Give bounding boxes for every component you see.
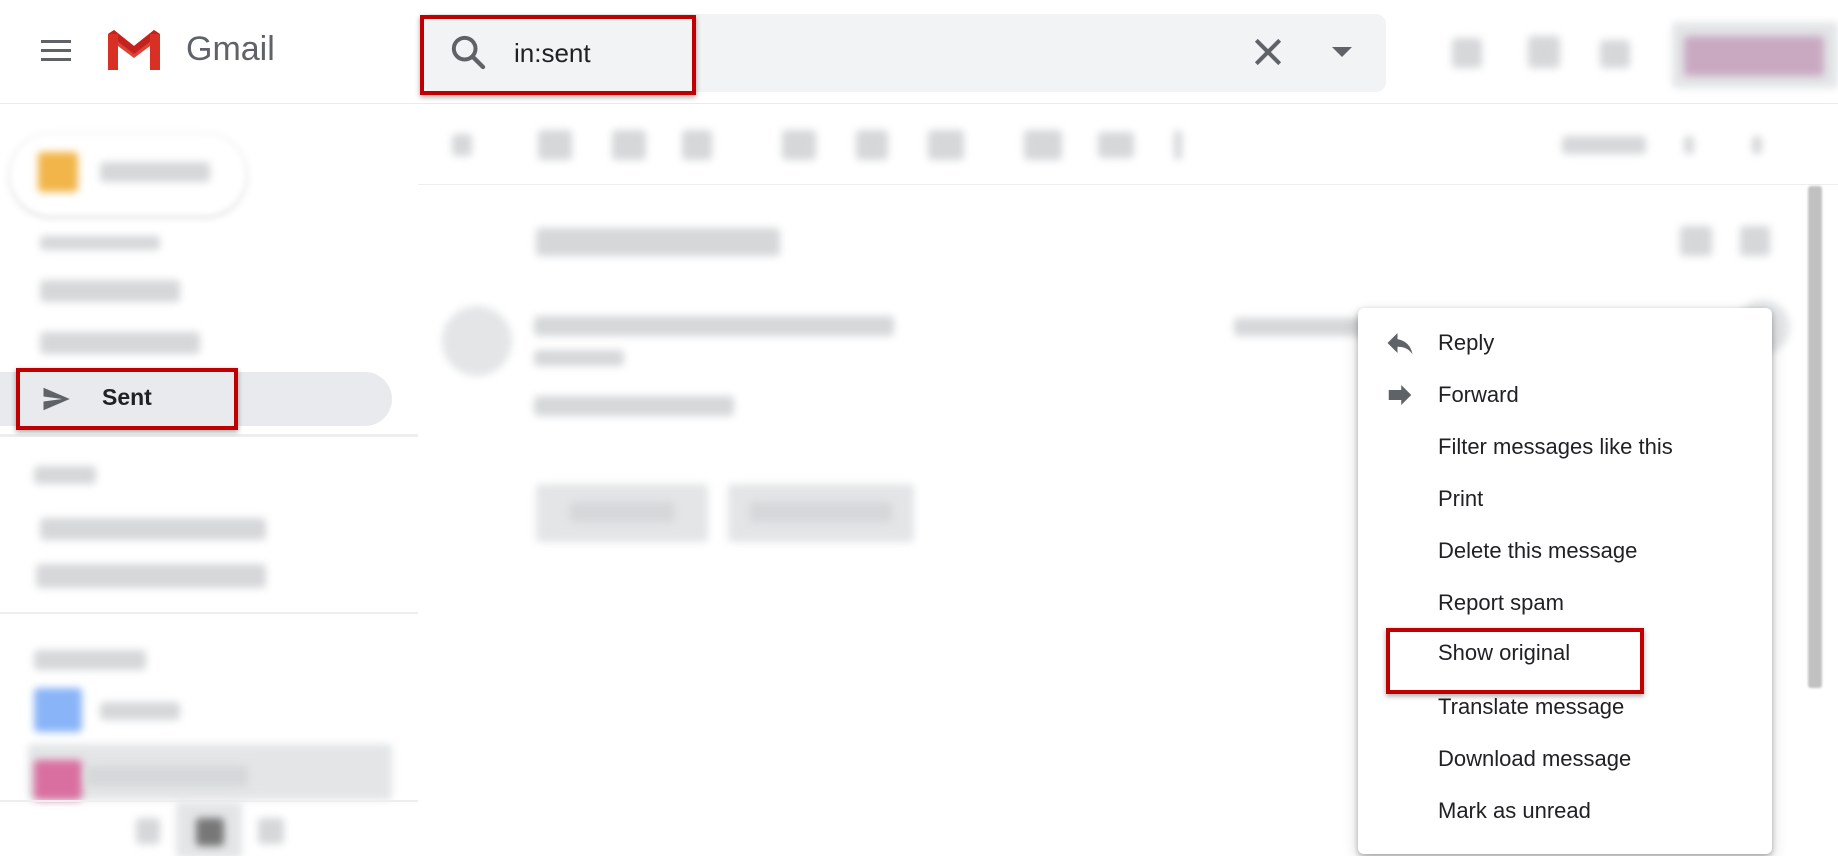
reply-icon (1387, 333, 1413, 355)
account-logo-mark (1684, 36, 1824, 76)
message-subject (536, 228, 780, 256)
recipient-line (534, 350, 624, 366)
mark-unread-icon[interactable] (782, 130, 816, 160)
forward-icon (1388, 385, 1412, 405)
gmail-wordmark: Gmail (186, 29, 275, 68)
sidebar-item-snoozed[interactable] (40, 236, 160, 250)
top-header: Gmail in:sent (0, 0, 1838, 104)
settings-icon[interactable] (1528, 36, 1560, 68)
compose-plus-icon (38, 152, 78, 192)
apps-icon[interactable] (1600, 40, 1630, 68)
menu-item-download-message[interactable]: Download message (1358, 734, 1772, 784)
report-spam-icon[interactable] (612, 130, 646, 160)
back-icon[interactable] (452, 134, 472, 156)
gmail-logo[interactable]: Gmail (104, 26, 275, 72)
menu-item-mark-as-unread[interactable]: Mark as unread (1358, 786, 1772, 836)
sender-avatar (442, 306, 512, 376)
clear-search-icon[interactable] (1248, 32, 1288, 72)
sidebar-item-label-1[interactable] (40, 518, 266, 540)
delete-icon[interactable] (682, 130, 712, 160)
next-page-icon[interactable] (1752, 136, 1762, 154)
hangouts-chat-icon[interactable] (196, 818, 224, 846)
move-to-icon[interactable] (1024, 130, 1062, 160)
sidebar-item-important[interactable] (40, 332, 200, 354)
search-highlight-box (420, 15, 696, 95)
sidebar-item-label-2[interactable] (36, 564, 266, 588)
menu-item-forward[interactable]: Forward (1358, 370, 1772, 420)
hangouts-avatar-1[interactable] (34, 688, 82, 732)
hangouts-phone-icon[interactable] (258, 818, 284, 844)
hangouts-avatar-2[interactable] (34, 760, 82, 800)
reply-button-label (570, 502, 674, 522)
menu-item-delete-message[interactable]: Delete this message (1358, 526, 1772, 576)
forward-button-label (750, 502, 892, 522)
hangouts-contact-2[interactable] (86, 766, 248, 786)
sender-name (534, 316, 894, 336)
sidebar-item-starred[interactable] (40, 280, 180, 302)
menu-item-report-spam[interactable]: Report spam (1358, 578, 1772, 628)
toolbar-divider (418, 184, 1838, 185)
gmail-m-logo-icon (108, 30, 160, 70)
add-task-icon[interactable] (928, 130, 964, 160)
menu-item-reply[interactable]: Reply (1358, 318, 1772, 368)
menu-item-print[interactable]: Print (1358, 474, 1772, 524)
message-scrollbar[interactable] (1808, 186, 1822, 688)
sidebar-section-label (34, 466, 96, 484)
prev-page-icon[interactable] (1684, 136, 1694, 154)
open-new-window-icon[interactable] (1740, 226, 1770, 256)
search-options-dropdown-icon[interactable] (1322, 32, 1362, 72)
message-body (534, 396, 734, 416)
hangouts-person-icon[interactable] (136, 818, 160, 844)
message-more-menu: Reply Forward Filter messages like this … (1358, 308, 1772, 854)
sent-highlight-box (16, 368, 238, 430)
snooze-icon[interactable] (856, 130, 888, 160)
sidebar-divider (0, 434, 418, 437)
main-menu-icon[interactable] (36, 30, 76, 70)
support-icon[interactable] (1452, 38, 1482, 68)
print-all-icon[interactable] (1680, 226, 1712, 256)
labels-icon[interactable] (1098, 132, 1134, 158)
sidebar-divider-2 (0, 612, 418, 614)
hangouts-section-label (34, 650, 146, 670)
more-toolbar-icon[interactable] (1174, 130, 1182, 160)
show-original-highlight-box (1386, 628, 1644, 694)
menu-item-filter-messages[interactable]: Filter messages like this (1358, 422, 1772, 472)
left-sidebar: Sent (0, 104, 418, 856)
archive-icon[interactable] (538, 130, 572, 160)
message-date (1234, 318, 1364, 336)
pagination-count (1562, 136, 1646, 154)
hangouts-contact-1[interactable] (100, 702, 180, 720)
compose-label (100, 162, 210, 182)
